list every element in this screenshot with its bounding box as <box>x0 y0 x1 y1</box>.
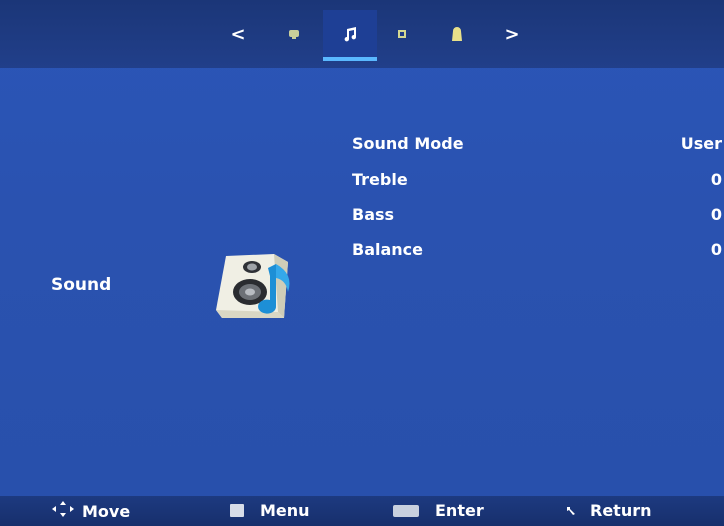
speaker-icon <box>212 248 310 330</box>
hint-label: Return <box>590 501 652 520</box>
tab-time[interactable] <box>382 10 422 58</box>
setting-bass[interactable]: Bass 0 <box>352 205 724 233</box>
setting-value: 0 <box>710 205 722 224</box>
setting-sound-mode[interactable]: Sound Mode User <box>352 134 724 162</box>
hint-return: Return <box>566 501 652 520</box>
hint-enter: Enter <box>393 501 484 520</box>
return-arrow-icon <box>566 501 576 520</box>
setting-value: 0 <box>710 170 722 189</box>
tab-lock[interactable] <box>437 10 477 58</box>
setting-value: 0 <box>710 240 722 259</box>
hint-label: Enter <box>435 501 484 520</box>
bottom-hint-bar: Move Menu Enter Return <box>0 496 724 526</box>
chevron-left-icon: < <box>230 23 246 45</box>
tab-prev[interactable]: < <box>218 10 258 58</box>
hint-move: Move <box>52 501 130 521</box>
setting-value: User <box>680 134 722 153</box>
menu-key-icon <box>230 504 244 517</box>
setting-treble[interactable]: Treble 0 <box>352 170 724 198</box>
setting-label: Balance <box>352 240 423 259</box>
setting-balance[interactable]: Balance 0 <box>352 240 724 268</box>
hint-label: Move <box>82 501 131 521</box>
tv-settings-screen: < > Sound Sound Mode User Treble 0 Bass … <box>0 0 724 526</box>
music-note-icon <box>342 26 358 42</box>
active-tab-indicator <box>323 57 377 61</box>
tab-next[interactable]: > <box>492 10 532 58</box>
ok-key-icon <box>393 504 419 517</box>
chevron-right-icon: > <box>504 23 520 45</box>
move-arrows-icon <box>52 501 74 521</box>
top-menu-bar: < > <box>0 0 724 68</box>
hint-label: Menu <box>260 501 310 520</box>
tab-sound[interactable] <box>323 10 377 61</box>
picture-icon <box>288 29 300 39</box>
clock-icon <box>397 29 407 39</box>
setting-label: Bass <box>352 205 395 224</box>
hint-menu: Menu <box>230 501 310 520</box>
setting-label: Treble <box>352 170 408 189</box>
section-title: Sound <box>51 275 112 295</box>
setting-label: Sound Mode <box>352 134 464 153</box>
lock-icon <box>449 25 465 43</box>
tab-picture[interactable] <box>274 10 314 58</box>
